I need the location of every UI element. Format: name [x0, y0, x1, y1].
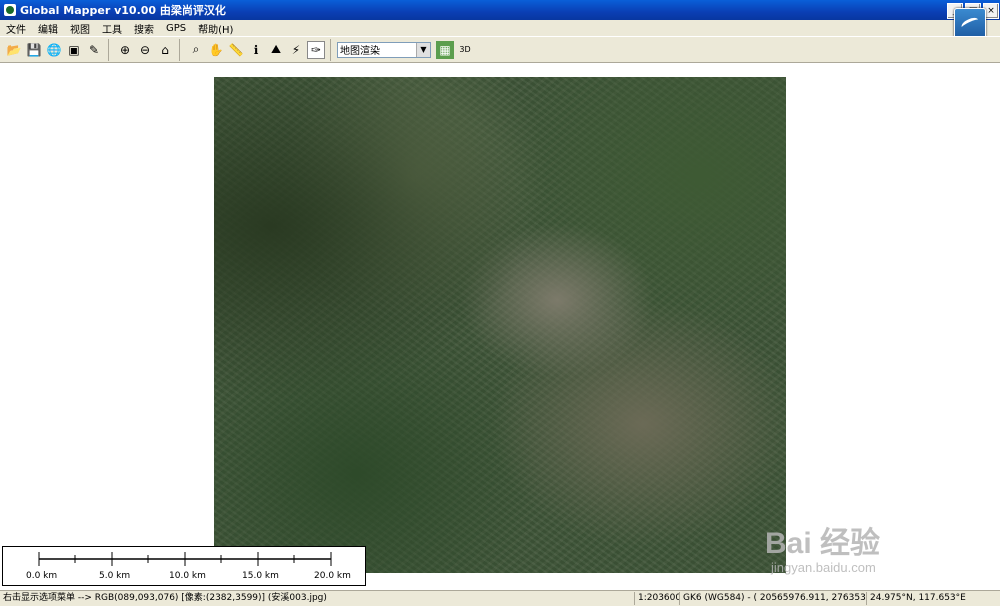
map-canvas[interactable]: 0.0 km 5.0 km 10.0 km 15.0 km 20.0 km Ba… [0, 63, 1000, 590]
window-title: Global Mapper v10.00 由梁尚评汉化 [20, 4, 226, 17]
menu-tools[interactable]: 工具 [96, 21, 128, 36]
save-icon[interactable]: 💾 [25, 41, 43, 59]
home-icon[interactable]: ⌂ [156, 41, 174, 59]
shaded-relief-icon[interactable]: ▦ [436, 40, 454, 59]
toolbar-file-group: 📂 💾 🌐 ▣ ✎ [4, 38, 109, 61]
terrain-profile-icon[interactable]: ⛰ [267, 41, 285, 59]
zoom-out-icon[interactable]: ⊖ [136, 41, 154, 59]
menu-view[interactable]: 视图 [64, 21, 96, 36]
status-projection: GK6 (WG584) - ( 20565976.911, 2763534.04… [680, 592, 867, 605]
scale-label-5: 5.0 km [99, 571, 130, 581]
digitizer-icon[interactable]: ✑ [307, 40, 325, 59]
menu-edit[interactable]: 编辑 [32, 21, 64, 36]
title-bar: Global Mapper v10.00 由梁尚评汉化 _ □ × [0, 0, 1000, 20]
toolbar-zoom-group: ⊕ ⊖ ⌂ [115, 38, 180, 61]
info-icon[interactable]: ℹ [247, 41, 265, 59]
toolbar-tools-group: ⌕ ✋ 📏 ℹ ⛰ ⚡ ✑ [186, 38, 331, 61]
scale-bar: 0.0 km 5.0 km 10.0 km 15.0 km 20.0 km [2, 546, 366, 586]
scale-bar-graphic: 0.0 km 5.0 km 10.0 km 15.0 km 20.0 km [26, 552, 351, 581]
pan-hand-icon[interactable]: ✋ [207, 41, 225, 59]
scale-label-20: 20.0 km [314, 571, 351, 581]
toolbar: 📂 💾 🌐 ▣ ✎ ⊕ ⊖ ⌂ ⌕ ✋ 📏 ℹ ⛰ ⚡ ✑ 地图渲染 ▼ ▦ 3… [0, 36, 1000, 63]
menu-help[interactable]: 帮助(H) [192, 21, 239, 36]
baidu-watermark: Bai 经验 jingyan.baidu.com [765, 518, 955, 578]
status-message: 右击显示选项菜单 --> RGB(089,093,076) [像素:(2382,… [0, 592, 635, 605]
status-scale: 1:203600 [635, 592, 680, 605]
measure-icon[interactable]: 📏 [227, 41, 245, 59]
map-layer-icon[interactable]: ▣ [65, 41, 83, 59]
tower-icon[interactable]: ⚡ [287, 41, 305, 59]
open-folder-icon[interactable]: 📂 [5, 41, 23, 59]
zoom-box-icon[interactable]: ⌕ [187, 41, 205, 59]
scale-label-0: 0.0 km [26, 571, 57, 581]
status-bar: 右击显示选项菜单 --> RGB(089,093,076) [像素:(2382,… [0, 590, 1000, 606]
menu-bar: 文件 编辑 视图 工具 搜索 GPS 帮助(H) [0, 20, 1000, 36]
watermark-main: Bai 经验 [765, 527, 881, 560]
chevron-down-icon[interactable]: ▼ [416, 42, 430, 57]
menu-gps[interactable]: GPS [160, 23, 192, 34]
scale-label-10: 10.0 km [169, 571, 206, 581]
scale-label-15: 15.0 km [242, 571, 279, 581]
satellite-image[interactable] [214, 77, 786, 573]
watermark-sub: jingyan.baidu.com [771, 560, 876, 575]
menu-file[interactable]: 文件 [0, 21, 32, 36]
chart-icon[interactable]: ✎ [85, 41, 103, 59]
zoom-in-icon[interactable]: ⊕ [116, 41, 134, 59]
render-mode-value: 地图渲染 [340, 46, 380, 57]
menu-search[interactable]: 搜索 [128, 21, 160, 36]
view-3d-icon[interactable]: 3D [456, 41, 474, 59]
status-latlon: 24.975°N, 117.653°E [870, 593, 966, 603]
render-mode-select[interactable]: 地图渲染 ▼ [337, 41, 431, 58]
app-icon [4, 4, 16, 16]
globe-icon[interactable]: 🌐 [45, 41, 63, 59]
